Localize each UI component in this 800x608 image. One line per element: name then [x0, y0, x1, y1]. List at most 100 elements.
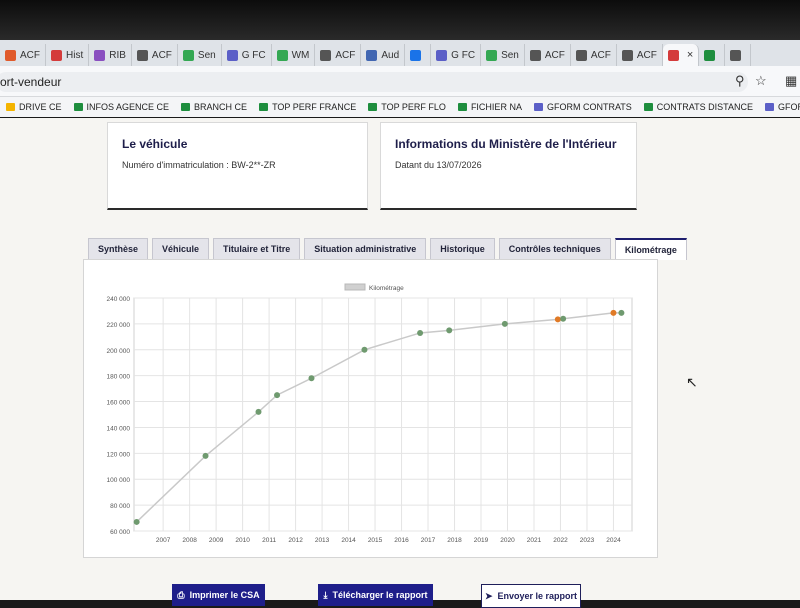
download-button-label: Télécharger le rapport: [332, 590, 428, 600]
y-tick-label: 180 000: [107, 374, 131, 381]
bookmark-icon: [73, 103, 83, 111]
zoom-icon[interactable]: ⚲: [735, 73, 745, 89]
browser-tab[interactable]: ACF: [525, 44, 571, 66]
x-tick-label: 2010: [235, 537, 250, 544]
bookmark-icon: [368, 103, 378, 111]
tab-3[interactable]: Situation administrative: [304, 238, 427, 259]
bookmark-icon: [6, 103, 15, 111]
screen-bezel: [0, 0, 800, 40]
tab-close-icon[interactable]: ×: [687, 49, 693, 61]
tab-4[interactable]: Historique: [430, 238, 495, 259]
bookmark-label: INFOS AGENCE CE: [86, 102, 170, 112]
bookmark-item[interactable]: GFORM CONTRATS: [528, 102, 638, 112]
bookmark-item[interactable]: INFOS AGENCE CE: [68, 102, 176, 112]
tab-5[interactable]: Contrôles techniques: [498, 238, 611, 259]
browser-tab[interactable]: [699, 44, 726, 66]
x-tick-label: 2007: [156, 537, 171, 544]
tab-favicon-icon: [529, 49, 541, 61]
tab-label: ACF: [335, 49, 356, 61]
browser-tab[interactable]: Sen: [178, 44, 222, 66]
browser-tab[interactable]: ACF: [315, 44, 362, 66]
bookmark-item[interactable]: TOP PERF FRANCE: [253, 102, 362, 112]
x-tick-label: 2017: [421, 537, 436, 544]
tab-favicon-icon: [704, 49, 716, 61]
x-tick-label: 2020: [500, 537, 515, 544]
vehicle-card: Le véhicule Numéro d'immatriculation : B…: [107, 122, 368, 210]
bookmark-label: FICHIER NA: [470, 102, 522, 112]
y-tick-label: 60 000: [110, 529, 130, 536]
print-button[interactable]: ⎙ Imprimer le CSA: [172, 584, 265, 606]
tab-label: Sen: [197, 49, 216, 61]
browser-tab[interactable]: Sen: [481, 44, 525, 66]
address-bar: ort-vendeur ⚲ ☆ ▦: [0, 66, 800, 97]
x-tick-label: 2011: [262, 537, 276, 544]
bookmark-icon: [533, 103, 543, 111]
data-point: [560, 315, 567, 322]
browser-tab[interactable]: ×: [662, 44, 700, 66]
mileage-chart: 60 000 80 000 100 000 120 000 140 000 160 000…: [107, 283, 633, 544]
legend-label: Kilométrage: [369, 285, 404, 292]
tab-0[interactable]: Synthèse: [88, 238, 149, 259]
tab-label: RIB: [109, 49, 126, 61]
tab-label: ACF: [590, 49, 611, 61]
x-tick-label: 2022: [553, 537, 568, 544]
data-point: [618, 309, 625, 316]
bookmark-item[interactable]: BRANCH CE: [175, 102, 253, 112]
data-point: [255, 408, 262, 415]
browser-tab[interactable]: ACF: [132, 44, 178, 66]
browser-tab[interactable]: ACF: [617, 44, 663, 66]
x-tick-label: 2016: [394, 537, 409, 544]
url-field[interactable]: ort-vendeur: [0, 72, 748, 92]
tab-6[interactable]: Kilométrage: [614, 238, 687, 260]
browser-tab[interactable]: WM: [272, 44, 316, 66]
y-tick-label: 240 000: [107, 296, 131, 303]
download-button[interactable]: ⤓ Télécharger le rapport: [318, 584, 433, 606]
x-tick-label: 2021: [527, 537, 542, 544]
tab-label: G FC: [451, 49, 476, 61]
bookmark-item[interactable]: DRIVE CE: [0, 102, 68, 112]
bookmark-label: CONTRATS DISTANCE: [656, 102, 753, 112]
browser-tab[interactable]: G FC: [222, 44, 272, 66]
star-icon[interactable]: ☆: [755, 73, 767, 89]
browser-tab[interactable]: Aud: [361, 44, 406, 66]
tab-1[interactable]: Véhicule: [152, 238, 210, 259]
vehicle-card-title: Le véhicule: [122, 137, 188, 151]
data-point: [133, 518, 140, 525]
report-tabs: Synthèse Véhicule Titulaire et Titre Situat…: [88, 238, 687, 260]
bookmark-label: GFORM PRICING: [777, 102, 800, 112]
send-button[interactable]: ➤ Envoyer le rapport: [481, 584, 581, 608]
data-point: [417, 329, 424, 336]
bookmark-icon: [259, 103, 269, 111]
ministry-card: Informations du Ministère de l'Intérieur…: [380, 122, 637, 210]
y-tick-label: 160 000: [107, 400, 131, 407]
bookmark-item[interactable]: GFORM PRICING: [759, 102, 800, 112]
y-tick-label: 140 000: [107, 425, 131, 432]
tab-label: ACF: [20, 49, 40, 61]
tab-label: G FC: [241, 49, 266, 61]
print-icon: ⎙: [177, 589, 185, 600]
tab-label: ACF: [151, 49, 172, 61]
extensions-icon[interactable]: ▦: [785, 73, 797, 89]
tab-favicon-icon: [667, 49, 679, 61]
bookmark-item[interactable]: CONTRATS DISTANCE: [638, 102, 759, 112]
bookmark-item[interactable]: FICHIER NA: [452, 102, 528, 112]
browser-tab[interactable]: Hist: [46, 44, 90, 66]
x-tick-label: 2023: [580, 537, 595, 544]
y-tick-label: 120 000: [107, 451, 131, 458]
y-tick-label: 200 000: [107, 348, 131, 355]
browser-tab[interactable]: [405, 44, 432, 66]
tab-2[interactable]: Titulaire et Titre: [213, 238, 301, 259]
ministry-card-title: Informations du Ministère de l'Intérieur: [395, 137, 617, 151]
bookmark-icon: [457, 103, 467, 111]
tab-label: Aud: [381, 49, 400, 61]
x-tick-label: 2012: [288, 537, 303, 544]
browser-tab[interactable]: [725, 44, 752, 66]
browser-tab[interactable]: ACF: [0, 44, 46, 66]
tab-favicon-icon: [226, 49, 238, 61]
ministry-date-text: Datant du 13/07/2026: [395, 160, 482, 170]
browser-tab[interactable]: ACF: [571, 44, 617, 66]
browser-tab[interactable]: G FC: [431, 44, 482, 66]
browser-tab[interactable]: RIB: [89, 44, 132, 66]
bookmark-item[interactable]: TOP PERF FLO: [362, 102, 452, 112]
tab-favicon-icon: [276, 49, 288, 61]
